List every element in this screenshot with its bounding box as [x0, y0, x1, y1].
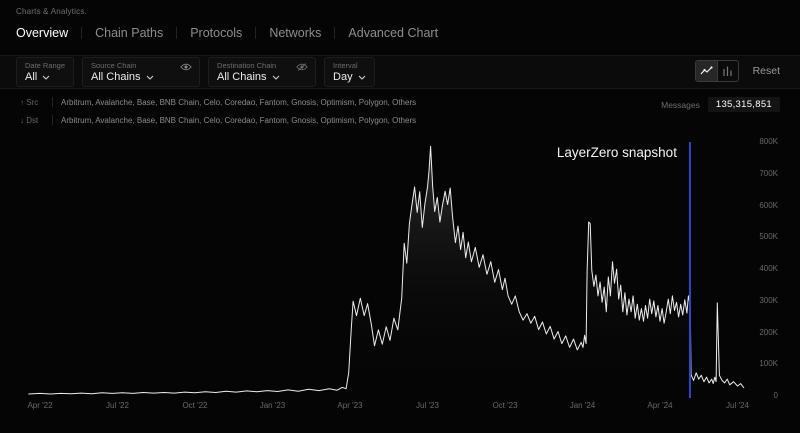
destination-chain-label: Destination Chain — [217, 61, 289, 70]
eye-off-icon[interactable] — [296, 62, 308, 72]
destination-chains-row: ↓ Dst Arbitrum, Avalanche, Base, BNB Cha… — [20, 115, 416, 125]
section-eyebrow: Charts & Analytics. — [16, 7, 87, 16]
line-chart-icon — [700, 66, 713, 76]
source-chains-row: ↑ Src Arbitrum, Avalanche, Base, BNB Cha… — [20, 97, 416, 107]
tab-advanced-chart[interactable]: Advanced Chart — [348, 24, 438, 42]
chart-type-toggle — [695, 60, 739, 82]
source-chain-dropdown[interactable]: Source Chain All Chains — [82, 57, 200, 87]
src-chains-list: Arbitrum, Avalanche, Base, BNB Chain, Ce… — [61, 98, 416, 107]
destination-chain-dropdown[interactable]: Destination Chain All Chains — [208, 57, 316, 87]
line-chart-toggle-button[interactable] — [696, 61, 717, 81]
bar-chart-icon — [722, 66, 733, 76]
source-chain-label: Source Chain — [91, 61, 173, 70]
date-range-value: All — [25, 71, 37, 83]
messages-chart[interactable]: LayerZero snapshot 0100K200K300K400K500K… — [0, 138, 800, 430]
divider — [52, 115, 53, 125]
tab-protocols[interactable]: Protocols — [190, 24, 242, 42]
date-range-label: Date Range — [25, 61, 65, 70]
tab-divider — [176, 27, 177, 39]
source-chain-value: All Chains — [91, 71, 141, 83]
src-label: ↑ Src — [20, 98, 50, 107]
tab-bar: Overview Chain Paths Protocols Networks … — [16, 24, 438, 42]
bar-chart-toggle-button[interactable] — [717, 61, 738, 81]
destination-chain-value: All Chains — [217, 71, 267, 83]
tab-overview[interactable]: Overview — [16, 24, 68, 42]
interval-label: Interval — [333, 61, 366, 70]
filter-bar: Date Range All Source Chain All Chains D… — [0, 55, 800, 89]
messages-counter: Messages 135,315,851 — [661, 97, 780, 112]
interval-dropdown[interactable]: Interval Day — [324, 57, 375, 87]
tab-divider — [334, 27, 335, 39]
dst-chains-list: Arbitrum, Avalanche, Base, BNB Chain, Ce… — [61, 116, 416, 125]
messages-value: 135,315,851 — [708, 97, 780, 112]
chevron-down-icon — [146, 75, 154, 80]
tab-divider — [255, 27, 256, 39]
chart-canvas[interactable] — [0, 138, 800, 430]
chart-area-fill — [28, 146, 744, 396]
chevron-down-icon — [358, 75, 366, 80]
interval-value: Day — [333, 71, 353, 83]
tab-chain-paths[interactable]: Chain Paths — [95, 24, 163, 42]
chart-annotation: LayerZero snapshot — [557, 145, 677, 160]
eye-icon[interactable] — [180, 62, 192, 72]
tab-networks[interactable]: Networks — [269, 24, 321, 42]
divider — [52, 97, 53, 107]
chart-controls: Reset — [695, 60, 780, 82]
date-range-dropdown[interactable]: Date Range All — [16, 57, 74, 87]
tab-divider — [81, 27, 82, 39]
dst-label: ↓ Dst — [20, 116, 50, 125]
chevron-down-icon — [272, 75, 280, 80]
reset-button[interactable]: Reset — [753, 65, 780, 77]
messages-label: Messages — [661, 100, 700, 110]
chevron-down-icon — [42, 75, 50, 80]
